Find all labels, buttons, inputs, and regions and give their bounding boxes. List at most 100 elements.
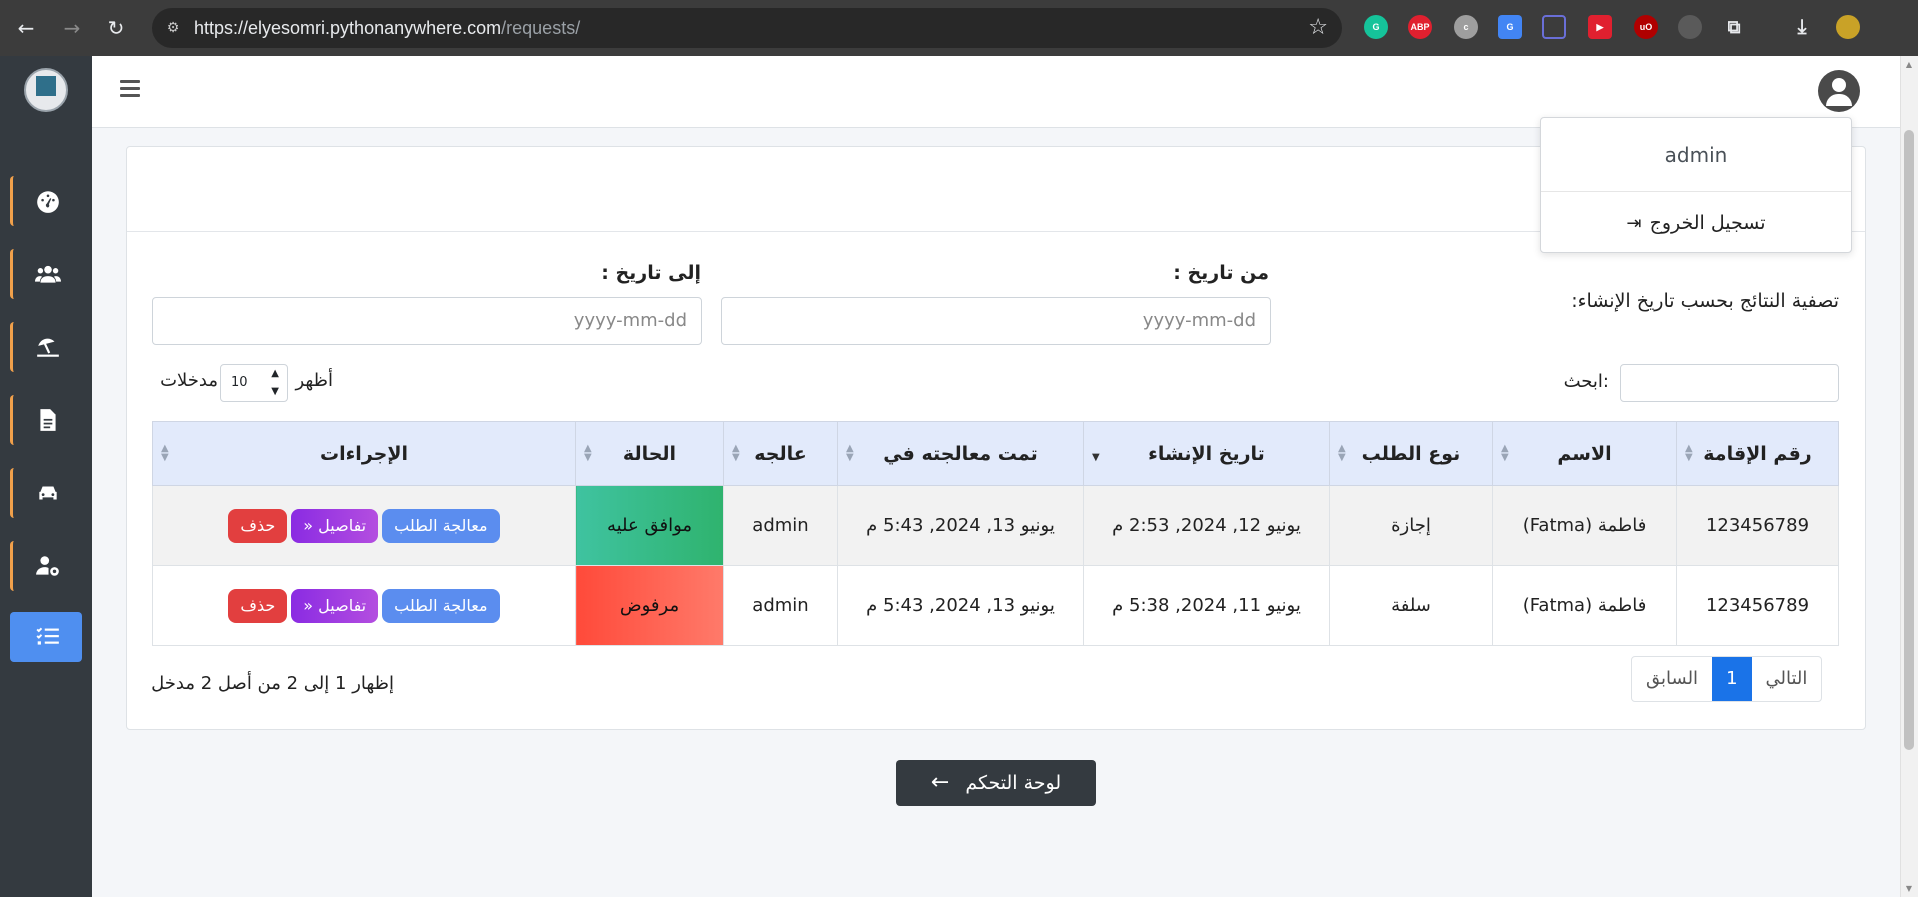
gamepad-icon[interactable] (1678, 15, 1702, 39)
sort-icon: ▲ ▼ (846, 443, 854, 463)
hamburger-menu-icon[interactable] (120, 80, 140, 98)
gauge-icon (36, 191, 59, 213)
scroll-thumb[interactable] (1904, 130, 1914, 750)
sign-out-icon: ⇥ (1626, 213, 1642, 234)
col-created[interactable]: تاريخ الإنشاء ▼ (1083, 421, 1330, 486)
address-bar[interactable]: ⚙ https://elyesomri.pythonanywhere.com/r… (152, 8, 1342, 48)
bookmark-star-icon[interactable]: ☆ (1308, 8, 1328, 48)
search-input[interactable] (1620, 364, 1839, 402)
to-date-label: إلى تاريخ : (601, 262, 701, 284)
requests-table: رقم الإقامة ▲ ▼ الاسم ▲ ▼ نوع الطلب ▲ ▼ تاريخ … (152, 421, 1839, 646)
col-processed-by[interactable]: عالجه ▲ ▼ (723, 421, 838, 486)
col-type[interactable]: نوع الطلب ▲ ▼ (1329, 421, 1493, 486)
cell-residence: 123456789 (1676, 565, 1839, 646)
translate-icon[interactable]: G (1498, 15, 1522, 39)
cell-processed-by: admin (723, 485, 838, 566)
logout-label: تسجيل الخروج (1649, 212, 1766, 234)
sidebar-item-vacations[interactable] (10, 322, 82, 372)
double-chevron-left-icon: « (303, 515, 314, 535)
list-check-icon (35, 627, 59, 645)
sidebar-item-requests[interactable] (10, 612, 82, 662)
pagination: التالي 1 السابق (1631, 656, 1823, 702)
file-icon (39, 409, 56, 431)
profile-avatar-icon[interactable] (1836, 15, 1860, 39)
col-actions[interactable]: الإجراءات ▲ ▼ (152, 421, 576, 486)
table-header-row: رقم الإقامة ▲ ▼ الاسم ▲ ▼ نوع الطلب ▲ ▼ تاريخ … (152, 421, 1839, 486)
page-length-select[interactable]: 10 ▲ ▼ (220, 364, 288, 402)
search-label: :ابحث (1563, 371, 1609, 392)
entries-label: مدخلات (160, 370, 218, 391)
dashboard-button-label: لوحة التحكم (965, 772, 1062, 794)
table-row: 123456789 فاطمة (Fatma) إجازة يونيو 12, … (152, 485, 1839, 566)
col-status[interactable]: الحالة ▲ ▼ (575, 421, 724, 486)
sort-icon: ▲ ▼ (1338, 443, 1346, 463)
details-button[interactable]: تفاصيل « (291, 508, 379, 543)
cell-processed: يونيو 13, 2024, 5:43 م (837, 565, 1084, 646)
umbrella-beach-icon (36, 338, 59, 357)
cell-processed: يونيو 13, 2024, 5:43 م (837, 485, 1084, 566)
delete-button[interactable]: حذف (228, 508, 288, 543)
sort-icon: ▲ ▼ (732, 443, 740, 463)
dashboard-button[interactable]: لوحة التحكم ← (896, 760, 1096, 806)
company-logo[interactable] (24, 68, 68, 112)
sidebar-item-user-settings[interactable] (10, 541, 82, 591)
select-arrows-icon: ▲ ▼ (271, 368, 279, 397)
from-date-input[interactable]: yyyy-mm-dd (721, 297, 1271, 345)
cell-processed-by: admin (723, 565, 838, 646)
scroll-up-icon[interactable]: ▲ (1904, 60, 1914, 69)
back-icon[interactable]: ← (10, 12, 42, 44)
user-dropdown: admin تسجيل الخروج ⇥ (1540, 117, 1852, 253)
process-request-button[interactable]: معالجة الطلب (382, 588, 500, 623)
pagination-next[interactable]: التالي (1752, 657, 1822, 701)
col-processed[interactable]: تمت معالجته في ▲ ▼ (837, 421, 1084, 486)
process-request-button[interactable]: معالجة الطلب (382, 508, 500, 543)
show-label: أظهر (295, 370, 333, 391)
arrow-left-icon: ← (930, 770, 950, 795)
col-name[interactable]: الاسم ▲ ▼ (1492, 421, 1677, 486)
scroll-down-icon[interactable]: ▼ (1904, 884, 1914, 893)
download-icon[interactable]: ⤓ (1790, 15, 1814, 39)
sidebar-item-dashboard[interactable] (10, 176, 82, 226)
sidebar (0, 56, 92, 897)
delete-button[interactable]: حذف (228, 588, 288, 623)
sidebar-item-employees[interactable] (10, 249, 82, 299)
adblock-icon[interactable]: ABP (1408, 15, 1432, 39)
sidebar-item-documents[interactable] (10, 395, 82, 445)
sort-desc-icon: ▼ (1092, 452, 1100, 463)
sidebar-item-vehicles[interactable] (10, 468, 82, 518)
pagination-info: إظهار 1 إلى 2 من أصل 2 مدخل (151, 673, 394, 694)
col-residence[interactable]: رقم الإقامة ▲ ▼ (1676, 421, 1839, 486)
filter-title: تصفية النتائج بحسب تاريخ الإنشاء: (1571, 290, 1839, 312)
reload-icon[interactable]: ↻ (100, 12, 132, 44)
cell-residence: 123456789 (1676, 485, 1839, 566)
details-button[interactable]: تفاصيل « (291, 588, 379, 623)
cell-name: فاطمة (Fatma) (1492, 485, 1677, 566)
user-gear-icon (35, 556, 59, 576)
ublock-icon[interactable]: uO (1634, 15, 1658, 39)
puzzle-icon[interactable]: ⧉ (1722, 15, 1746, 39)
user-avatar-icon[interactable] (1818, 70, 1860, 112)
pagination-previous[interactable]: السابق (1632, 657, 1712, 701)
users-icon (34, 265, 61, 283)
cell-name: فاطمة (Fatma) (1492, 565, 1677, 646)
sort-icon: ▲ ▼ (1685, 443, 1693, 463)
extension-c-icon[interactable]: c (1454, 15, 1478, 39)
page-scrollbar[interactable]: ▲ ▼ (1900, 56, 1918, 897)
scan-icon[interactable] (1542, 15, 1566, 39)
status-badge-approved: موافق عليه (575, 485, 724, 566)
sort-icon: ▲ ▼ (161, 443, 169, 463)
grammarly-icon[interactable]: G (1364, 15, 1388, 39)
sort-icon: ▲ ▼ (584, 443, 592, 463)
forward-icon[interactable]: → (56, 12, 88, 44)
cell-created: يونيو 11, 2024, 5:38 م (1083, 565, 1330, 646)
url-text: https://elyesomri.pythonanywhere.com/req… (194, 18, 581, 38)
car-icon (38, 486, 57, 500)
pagination-page-1[interactable]: 1 (1712, 657, 1752, 701)
logout-link[interactable]: تسجيل الخروج ⇥ (1541, 192, 1851, 254)
cell-actions: معالجة الطلبتفاصيل «حذف (152, 485, 576, 566)
video-ext-icon[interactable]: ▶ (1588, 15, 1612, 39)
to-date-input[interactable]: yyyy-mm-dd (152, 297, 702, 345)
dropdown-username: admin (1541, 118, 1851, 192)
cell-type: إجازة (1329, 485, 1493, 566)
site-settings-icon[interactable]: ⚙ (162, 18, 184, 38)
